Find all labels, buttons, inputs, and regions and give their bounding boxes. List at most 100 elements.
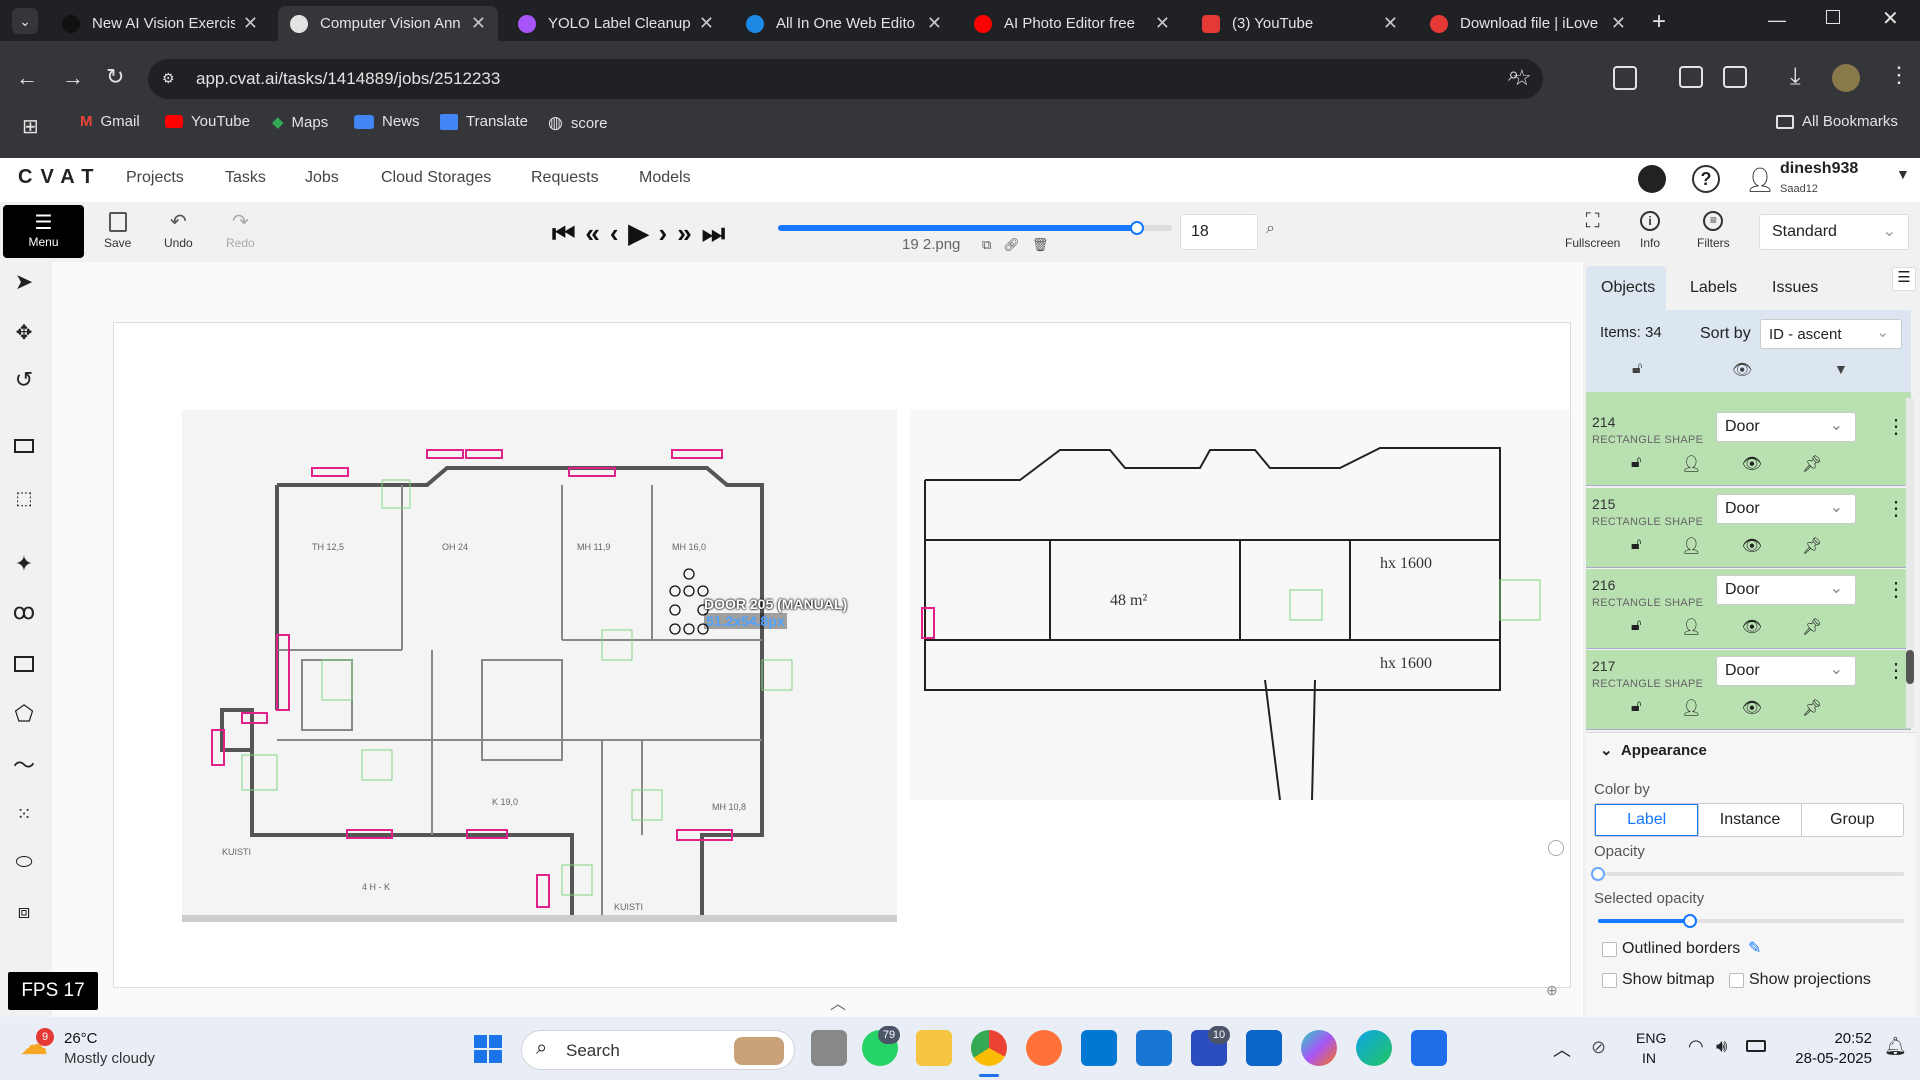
border-color-picker-icon[interactable]: ✎ [1748,938,1761,958]
back-step-icon[interactable]: « [585,218,599,250]
bookmark-translate[interactable]: Translate [440,113,528,130]
search-frame-icon[interactable]: ⌕ [1266,220,1275,238]
file-explorer-icon[interactable] [916,1030,952,1066]
user-name[interactable]: dinesh938 [1780,160,1858,178]
pin-icon[interactable]: 📌︎ [1802,698,1822,718]
zoom-lens-icon[interactable]: ⌕ [1508,64,1519,87]
task-view-icon[interactable] [811,1030,847,1066]
extensions-icon[interactable] [1613,66,1637,90]
frame-slider[interactable] [778,221,1172,235]
draw-polygon-icon[interactable]: ⬠ [10,700,38,728]
object-card-216[interactable]: 216 RECTANGLE SHAPE Door ⋮ 🔓︎ 👤︎ 👁︎ 📌︎ [1586,569,1911,649]
bookmark-youtube[interactable]: YouTube [165,113,250,130]
sidebar-collapse-icon[interactable]: ☰ [1892,267,1916,291]
play-icon[interactable]: ▶ [629,218,649,250]
bookmark-score[interactable]: ◍ score [548,113,608,133]
save-button[interactable]: Save [104,212,131,250]
volume-icon[interactable]: 🔊︎ [1716,1036,1727,1057]
notifications-icon[interactable]: 🔔︎ [1884,1036,1907,1057]
object-menu-icon[interactable]: ⋮ [1886,658,1906,683]
nav-jobs[interactable]: Jobs [305,169,339,187]
frame-slider-handle[interactable] [1129,221,1144,235]
zoom-area-icon[interactable]: ⬚ [10,484,38,512]
apps-grid-icon[interactable]: ⊞ [22,114,39,139]
fit-image-icon[interactable] [10,432,38,460]
close-tab-icon[interactable]: ✕ [1155,13,1170,34]
object-card-214[interactable]: 214 RECTANGLE SHAPE Door ⋮ 🔓︎ 👤︎ 👁︎ 📌︎ [1586,406,1911,486]
visibility-icon[interactable]: 👁︎ [1742,536,1762,556]
object-card-217[interactable]: 217 RECTANGLE SHAPE Door ⋮ 🔓︎ 👤︎ 👁︎ 📌︎ [1586,650,1911,730]
bookmark-maps[interactable]: ◆ Maps [272,113,328,132]
workspace-select[interactable]: Standard ⌄ [1759,214,1909,250]
appearance-header[interactable]: ⌄ Appearance [1600,741,1707,759]
back-icon[interactable]: ← [16,65,38,91]
lock-icon[interactable]: 🔓︎ [1631,454,1641,474]
close-tab-icon[interactable]: ✕ [1383,13,1398,34]
fullscreen-button[interactable]: ⛶ Fullscreen [1565,211,1620,250]
copy-filename-icon[interactable]: ⧉ [982,237,991,253]
cursor-tool-icon[interactable]: ➤ [10,268,38,296]
battery-icon[interactable] [1746,1040,1766,1052]
browser-tab-4[interactable]: All In One Web Edito ✕ [734,6,954,41]
maximize-window-icon[interactable] [1826,10,1840,24]
all-bookmarks[interactable]: All Bookmarks [1776,113,1898,130]
pin-user-icon[interactable]: 👤︎ [1681,698,1701,718]
magic-wand-icon[interactable]: ✦ [10,550,38,578]
clock-time[interactable]: 20:52 [1812,1030,1872,1047]
github-icon[interactable] [1638,165,1666,193]
copilot-icon[interactable] [1301,1030,1337,1066]
rotation-handle[interactable] [678,561,700,583]
pin-icon[interactable]: 📌︎ [1802,536,1822,556]
draw-cuboid-icon[interactable]: ⧈ [10,898,38,926]
pin-user-icon[interactable]: 👤︎ [1681,536,1701,556]
browser-tab-1[interactable]: New AI Vision Exercis ✕ [50,6,270,41]
undo-button[interactable]: ↶ Undo [164,212,193,250]
user-menu-caret-icon[interactable]: ▼ [1896,166,1910,182]
selected-opacity-slider[interactable] [1598,914,1904,928]
delete-frame-icon[interactable]: 🗑︎ [1032,237,1049,253]
nav-tasks[interactable]: Tasks [225,169,266,187]
selected-opacity-slider-handle[interactable] [1682,914,1697,928]
tab-issues[interactable]: Issues [1772,279,1818,297]
move-image-icon[interactable]: ✥ [10,318,38,346]
visibility-icon[interactable]: 👁︎ [1742,698,1762,718]
close-tab-icon[interactable]: ✕ [699,13,714,34]
object-label-select[interactable]: Door [1716,656,1856,686]
object-card-215[interactable]: 215 RECTANGLE SHAPE Door ⋮ 🔓︎ 👤︎ 👁︎ 📌︎ [1586,488,1911,568]
zoom-plus-icon[interactable]: ⊕ [1546,982,1558,999]
downloads-icon[interactable]: ⤓ [1790,63,1801,91]
zoom-slider-handle[interactable] [1548,840,1564,856]
screenshot-icon[interactable] [1679,66,1703,88]
profile-avatar[interactable] [1832,64,1860,92]
copy-link-icon[interactable]: 🔗︎ [1003,237,1020,253]
forward-icon[interactable]: → [62,65,84,91]
taskbar-search[interactable]: ⌕ Search [521,1030,795,1070]
lock-icon[interactable]: 🔓︎ [1631,698,1641,718]
app-icon[interactable] [1136,1030,1172,1066]
bookmark-gmail[interactable]: M Gmail [80,113,140,130]
vscode-icon[interactable] [1411,1030,1447,1066]
draw-points-icon[interactable]: ⁙ [10,800,38,828]
chrome-icon[interactable] [971,1030,1007,1066]
opacity-slider-handle[interactable] [1591,867,1605,881]
expand-all-icon[interactable]: ▼ [1834,361,1848,377]
pin-user-icon[interactable]: 👤︎ [1681,454,1701,474]
objects-scrollbar[interactable] [1906,398,1914,728]
browser-tab-3[interactable]: YOLO Label Cleanup ✕ [506,6,726,41]
tab-objects[interactable]: Objects [1601,279,1655,297]
color-by-label-option[interactable]: Label [1595,804,1699,836]
show-projections-checkbox[interactable] [1729,973,1744,988]
store-icon[interactable] [1081,1030,1117,1066]
show-hidden-icons[interactable]: ︿ [1553,1036,1571,1062]
annotation-canvas[interactable]: TH 12,5 OH 24 MH 11,9 MH 16,0 K 19,0 KUISTI… [52,262,1582,1017]
lock-all-icon[interactable]: 🔓︎ [1632,360,1642,378]
nav-cloud-storages[interactable]: Cloud Storages [381,169,491,187]
firefox-icon[interactable] [1026,1030,1062,1066]
wifi-icon[interactable]: ◠ [1688,1036,1704,1057]
browser-tab-5[interactable]: AI Photo Editor free ✕ [962,6,1182,41]
browser-menu-icon[interactable]: ⋮ [1888,62,1910,88]
visibility-icon[interactable]: 👁︎ [1742,454,1762,474]
address-bar[interactable]: ⚙ app.cvat.ai/tasks/1414889/jobs/2512233… [148,59,1543,99]
close-window-icon[interactable]: ✕ [1882,6,1899,31]
pin-user-icon[interactable]: 👤︎ [1681,617,1701,637]
